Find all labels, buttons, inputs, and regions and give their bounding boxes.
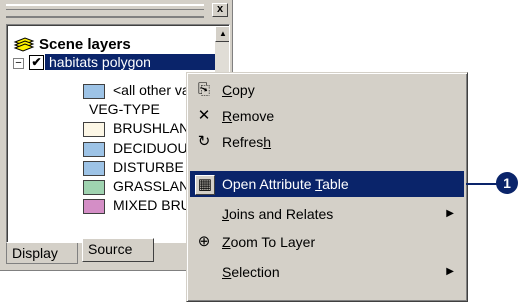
menu-item[interactable]: ⊕ Zoom To Layer — [190, 229, 464, 255]
menu-item-label: Zoom To Layer — [222, 229, 315, 255]
collapse-toggle[interactable]: − — [13, 58, 24, 69]
zoom-to-layer-icon: ⊕ — [197, 233, 211, 250]
menu-label-accelerator: C — [222, 82, 233, 98]
menu-item[interactable]: ⎘ Copy — [190, 77, 464, 103]
menu-label-text: able — [322, 176, 349, 192]
menu-item[interactable]: ✕ Remove — [190, 103, 464, 129]
scroll-up-icon[interactable]: ▲ — [215, 26, 229, 42]
menu-item-label: Refresh — [222, 129, 271, 155]
window-grip[interactable] — [6, 4, 204, 18]
layer-visibility-checkbox[interactable]: ✔ — [29, 55, 44, 70]
legend-item-label: MIXED BRU — [113, 197, 191, 213]
menu-label-text: election — [231, 264, 280, 280]
legend-swatch — [83, 180, 105, 195]
menu-item[interactable]: ▦ Open Attribute Table — [190, 171, 464, 197]
legend-swatch — [83, 142, 105, 157]
layer-name-selected[interactable]: habitats polygon — [45, 54, 229, 70]
legend-swatch — [83, 161, 105, 176]
legend-item-label: DECIDUOU — [113, 140, 188, 156]
menu-item-label: Joins and Relates — [222, 201, 333, 227]
menu-item-label: Selection — [222, 259, 280, 285]
callout-leader-line — [466, 183, 500, 185]
tab-display[interactable]: Display — [6, 243, 78, 264]
legend-swatch — [83, 122, 105, 137]
attribute-table-icon: ▦ — [195, 175, 215, 195]
menu-label-text: oins and Relates — [229, 206, 334, 222]
context-menu: ⎘ Copy ✕ Remove ↻ Refresh ▦ Open Attribute Tabl… — [186, 72, 468, 302]
legend-item-label: <all other va — [113, 82, 190, 98]
legend-item-label: DISTURBE — [113, 159, 184, 175]
menu-label-accelerator: J — [222, 206, 229, 222]
menu-item-label: Open Attribute Table — [222, 171, 349, 197]
scene-layers-label: Scene layers — [39, 36, 131, 53]
refresh-icon: ↻ — [197, 133, 211, 150]
close-button[interactable]: x — [212, 3, 228, 17]
menu-label-accelerator: h — [263, 134, 272, 150]
menu-label-accelerator: S — [222, 264, 232, 280]
menu-item[interactable]: ↻ Refresh — [190, 129, 464, 155]
remove-icon: ✕ — [197, 107, 211, 124]
legend-swatch — [83, 84, 105, 99]
menu-label-text: emove — [232, 108, 275, 124]
menu-item-label: Copy — [222, 77, 255, 103]
tab-source[interactable]: Source — [82, 238, 154, 262]
layers-icon — [13, 37, 35, 52]
submenu-arrow-icon: ▶ — [446, 208, 454, 219]
menu-item[interactable]: Selection ▶ — [190, 259, 464, 285]
menu-label-text: Refres — [222, 134, 264, 150]
menu-item[interactable]: Joins and Relates ▶ — [190, 201, 464, 227]
menu-label-text: Open Attribute — [222, 176, 316, 192]
menu-label-accelerator: R — [222, 108, 233, 124]
legend-item-label: VEG-TYPE — [89, 101, 160, 117]
copy-icon: ⎘ — [197, 81, 210, 98]
legend-item-label: GRASSLAN — [113, 178, 190, 194]
menu-label-text: oom To Layer — [230, 234, 316, 250]
callout-badge: 1 — [496, 172, 518, 194]
legend-item-label: BRUSHLAN — [113, 120, 190, 136]
menu-label-text: opy — [232, 82, 255, 98]
legend-swatch — [83, 199, 105, 214]
menu-item-label: Remove — [222, 103, 274, 129]
submenu-arrow-icon: ▶ — [446, 266, 454, 277]
menu-label-accelerator: Z — [222, 234, 231, 250]
